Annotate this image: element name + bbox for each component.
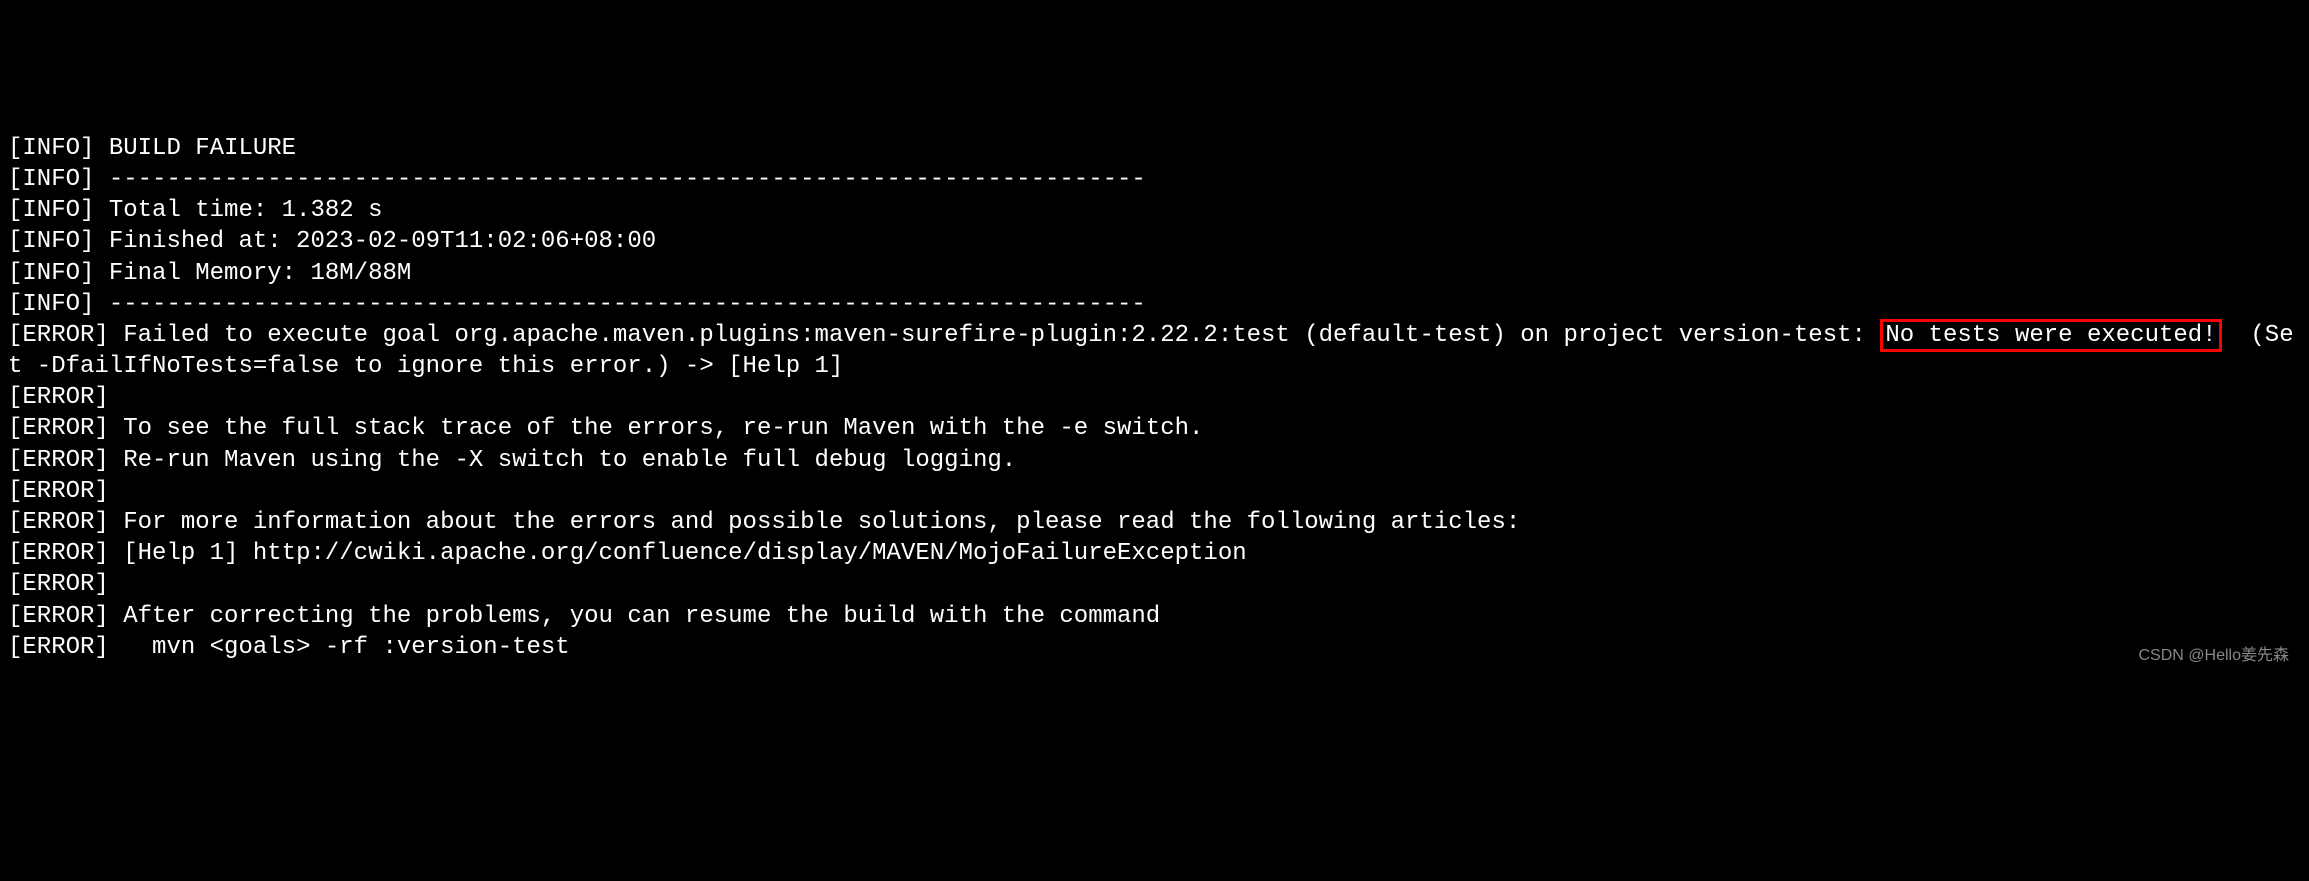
log-line: [INFO] ---------------------------------… [8,164,2301,195]
log-text: After correcting the problems, you can r… [123,603,1160,630]
log-prefix: [ERROR] [8,603,109,630]
log-line: [ERROR] [Help 1] http://cwiki.apache.org… [8,538,2301,569]
log-line: [INFO] Finished at: 2023-02-09T11:02:06+… [8,226,2301,257]
log-prefix: [ERROR] [8,540,109,567]
error-prefix: [ERROR] [8,322,109,349]
log-line: [ERROR] [8,569,2301,600]
log-text: Final Memory: 18M/88M [109,260,411,287]
log-prefix: [ERROR] [8,384,109,411]
log-text: BUILD FAILURE [109,135,296,162]
log-prefix: [INFO] [8,260,94,287]
log-text: Re-run Maven using the -X switch to enab… [123,447,1016,474]
log-text: Finished at: 2023-02-09T11:02:06+08:00 [109,228,656,255]
log-line: [ERROR] After correcting the problems, y… [8,601,2301,632]
error-text-part1: Failed to execute goal org.apache.maven.… [123,322,1880,349]
log-line: [INFO] Total time: 1.382 s [8,195,2301,226]
log-prefix: [INFO] [8,228,94,255]
log-text: ----------------------------------------… [109,166,1146,193]
log-prefix: [ERROR] [8,447,109,474]
log-line: [ERROR] [8,382,2301,413]
log-prefix: [ERROR] [8,634,109,661]
log-line: [ERROR] Re-run Maven using the -X switch… [8,445,2301,476]
log-prefix: [INFO] [8,135,94,162]
log-line: [ERROR] For more information about the e… [8,507,2301,538]
log-prefix: [ERROR] [8,571,109,598]
log-text: [Help 1] http://cwiki.apache.org/conflue… [123,540,1246,567]
log-line: [INFO] BUILD FAILURE [8,133,2301,164]
log-prefix: [INFO] [8,166,94,193]
log-text: To see the full stack trace of the error… [123,415,1203,442]
log-prefix: [ERROR] [8,478,109,505]
log-text: For more information about the errors an… [123,509,1520,536]
log-prefix: [ERROR] [8,509,109,536]
log-line: [INFO] Final Memory: 18M/88M [8,258,2301,289]
log-line: [INFO] ---------------------------------… [8,289,2301,320]
log-text: mvn <goals> -rf :version-test [123,634,569,661]
terminal-output: [INFO] BUILD FAILURE[INFO] -------------… [8,133,2301,663]
log-line: [ERROR] [8,476,2301,507]
log-prefix: [INFO] [8,197,94,224]
log-line: [ERROR] To see the full stack trace of t… [8,413,2301,444]
log-prefix: [ERROR] [8,415,109,442]
log-line: [ERROR] mvn <goals> -rf :version-test [8,632,2301,663]
log-prefix: [INFO] [8,291,94,318]
log-text: ----------------------------------------… [109,291,1146,318]
watermark-text: CSDN @Hello姜先森 [2139,646,2290,667]
highlighted-error-text: No tests were executed! [1880,319,2221,352]
log-text: Total time: 1.382 s [109,197,383,224]
